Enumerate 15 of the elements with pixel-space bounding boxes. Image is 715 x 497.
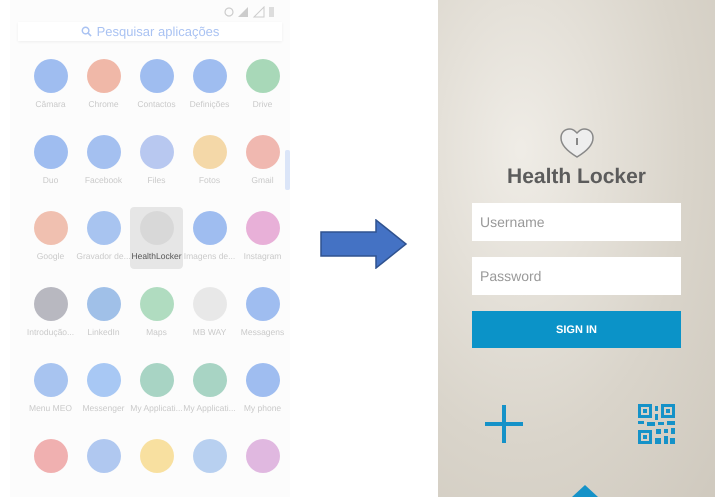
status-icons xyxy=(224,6,276,18)
search-icon xyxy=(80,26,92,37)
search-field[interactable]: Pesquisar aplicações xyxy=(18,22,282,41)
up-arrow-icon[interactable] xyxy=(572,485,598,497)
qr-code-icon[interactable] xyxy=(638,404,675,444)
username-field[interactable]: Username xyxy=(472,203,681,241)
plus-icon[interactable] xyxy=(484,404,524,444)
app-title: Health Locker xyxy=(507,165,646,189)
app-item[interactable]: HealthLocker xyxy=(130,207,183,269)
heart-lock-icon xyxy=(558,127,594,159)
right-arrow-icon xyxy=(320,218,408,268)
password-field[interactable]: Password xyxy=(472,257,681,295)
search-placeholder: Pesquisar aplicações xyxy=(96,24,220,39)
sign-in-button[interactable]: SIGN IN xyxy=(472,311,681,348)
app-label: HealthLocker xyxy=(131,251,182,261)
